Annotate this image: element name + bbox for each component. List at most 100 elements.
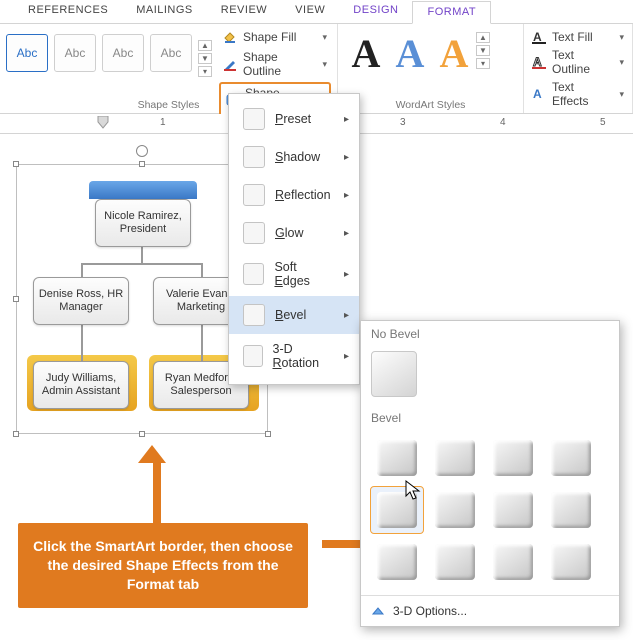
connector xyxy=(141,247,143,263)
3d-options-icon xyxy=(371,604,385,618)
org-node[interactable]: Nicole Ramirez, President xyxy=(95,199,191,247)
org-node[interactable]: Denise Ross, HR Manager xyxy=(33,277,129,325)
text-effects-label: Text Effects xyxy=(552,80,613,108)
effects-reflection-item[interactable]: Reflection▸ xyxy=(229,176,359,214)
gallery-section-label: Bevel xyxy=(361,405,619,431)
group-text-options: A Text Fill ▾ A Text Outline ▾ A Text Ef… xyxy=(524,24,633,113)
shape-style-thumb[interactable]: Abc xyxy=(102,34,144,72)
tab-view[interactable]: VIEW xyxy=(281,0,339,23)
shape-effects-menu: Preset▸ Shadow▸ Reflection▸ Glow▸ Soft E… xyxy=(228,93,360,385)
tab-format[interactable]: FORMAT xyxy=(412,1,491,24)
tab-design[interactable]: DESIGN xyxy=(339,0,412,23)
effects-shadow-item[interactable]: Shadow▸ xyxy=(229,138,359,176)
reflection-icon xyxy=(243,184,265,206)
chevron-right-icon: ▸ xyxy=(344,228,349,239)
gallery-more-button[interactable]: ▾ xyxy=(476,58,490,69)
org-node[interactable]: Judy Williams, Admin Assistant xyxy=(33,361,129,409)
bevel-swatch[interactable] xyxy=(487,539,539,585)
group-label: WordArt Styles xyxy=(338,99,523,111)
bevel-swatch[interactable] xyxy=(487,487,539,533)
chevron-right-icon: ▸ xyxy=(344,114,349,125)
annotation-arrow xyxy=(148,445,166,527)
text-outline-icon: A xyxy=(532,55,546,69)
gallery-next-button[interactable]: ▼ xyxy=(476,45,490,56)
text-fill-icon: A xyxy=(532,30,546,44)
bevel-swatch[interactable] xyxy=(487,435,539,481)
bevel-swatch[interactable] xyxy=(429,539,481,585)
shape-style-thumb[interactable]: Abc xyxy=(54,34,96,72)
gallery-prev-button[interactable]: ▲ xyxy=(198,40,212,51)
caret-down-icon: ▾ xyxy=(619,57,624,68)
chevron-right-icon: ▸ xyxy=(344,190,349,201)
effects-glow-item[interactable]: Glow ▸ xyxy=(229,214,359,252)
bucket-icon xyxy=(223,30,237,44)
effects-3drotation-item[interactable]: 3-D Rotation▸ xyxy=(229,334,359,378)
caret-down-icon: ▾ xyxy=(619,89,624,100)
wordart-style-thumb[interactable]: A xyxy=(344,30,388,76)
text-outline-button[interactable]: A Text Outline ▾ xyxy=(530,46,626,78)
bevel-gallery: No Bevel Bevel 3-D Options... xyxy=(360,320,620,627)
shape-style-thumb[interactable]: Abc xyxy=(6,34,48,72)
gallery-more-button[interactable]: ▾ xyxy=(198,66,212,77)
bevel-swatch[interactable] xyxy=(429,487,481,533)
resize-handle[interactable] xyxy=(265,431,271,437)
ruler-tick: 3 xyxy=(400,117,406,128)
bevel-swatch[interactable] xyxy=(545,435,597,481)
resize-handle[interactable] xyxy=(13,161,19,167)
smartart-decor xyxy=(89,181,197,199)
pen-icon xyxy=(223,57,237,71)
caret-down-icon: ▾ xyxy=(322,32,327,43)
svg-text:A: A xyxy=(533,87,542,101)
shape-style-thumb[interactable]: Abc xyxy=(150,34,192,72)
wordart-style-thumb[interactable]: A xyxy=(388,30,432,76)
connector xyxy=(81,325,83,361)
no-bevel-swatch[interactable] xyxy=(371,351,417,397)
ruler-tick: 5 xyxy=(600,117,606,128)
effects-preset-item[interactable]: Preset▸ xyxy=(229,100,359,138)
cursor-icon xyxy=(405,480,423,502)
connector xyxy=(81,263,203,265)
resize-handle[interactable] xyxy=(13,296,19,302)
chevron-right-icon: ▸ xyxy=(344,351,349,362)
menu-label: Shadow xyxy=(275,150,320,164)
resize-handle[interactable] xyxy=(139,431,145,437)
bevel-swatch[interactable] xyxy=(371,435,423,481)
resize-handle[interactable] xyxy=(139,161,145,167)
menu-label: Bevel xyxy=(275,308,306,322)
group-wordart-styles: A A A ▲ ▼ ▾ WordArt Styles xyxy=(338,24,524,113)
annotation-callout: Click the SmartArt border, then choose t… xyxy=(18,523,308,608)
chevron-right-icon: ▸ xyxy=(344,269,349,280)
connector xyxy=(81,263,83,277)
bevel-swatch[interactable] xyxy=(545,539,597,585)
text-fill-button[interactable]: A Text Fill ▾ xyxy=(530,28,626,46)
bevel-swatch[interactable] xyxy=(371,539,423,585)
shadow-icon xyxy=(243,146,265,168)
text-effects-button[interactable]: A Text Effects ▾ xyxy=(530,78,626,110)
tab-review[interactable]: REVIEW xyxy=(207,0,281,23)
gallery-prev-button[interactable]: ▲ xyxy=(476,32,490,43)
rotation-icon xyxy=(243,345,263,367)
softedges-icon xyxy=(243,263,264,285)
effects-softedges-item[interactable]: Soft Edges ▸ xyxy=(229,252,359,296)
shape-outline-button[interactable]: Shape Outline ▾ xyxy=(219,48,331,80)
indent-marker-icon[interactable] xyxy=(96,116,110,130)
gallery-section-label: No Bevel xyxy=(361,321,619,347)
shape-fill-button[interactable]: Shape Fill ▾ xyxy=(219,28,331,46)
ribbon-tabs: REFERENCES MAILINGS REVIEW VIEW DESIGN F… xyxy=(0,0,633,24)
tab-references[interactable]: REFERENCES xyxy=(14,0,122,23)
bevel-swatch[interactable] xyxy=(429,435,481,481)
rotate-handle[interactable] xyxy=(136,145,148,157)
3d-options-item[interactable]: 3-D Options... xyxy=(361,596,619,626)
menu-label: Soft Edges xyxy=(274,260,334,288)
connector xyxy=(201,263,203,277)
resize-handle[interactable] xyxy=(13,431,19,437)
effects-bevel-item[interactable]: Bevel▸ xyxy=(229,296,359,334)
gallery-next-button[interactable]: ▼ xyxy=(198,53,212,64)
text-outline-label: Text Outline xyxy=(552,48,613,76)
wordart-style-thumb[interactable]: A xyxy=(432,30,476,76)
menu-label: Glow xyxy=(275,226,304,240)
bevel-icon xyxy=(243,304,265,326)
tab-mailings[interactable]: MAILINGS xyxy=(122,0,207,23)
bevel-swatch[interactable] xyxy=(545,487,597,533)
connector xyxy=(201,325,203,361)
